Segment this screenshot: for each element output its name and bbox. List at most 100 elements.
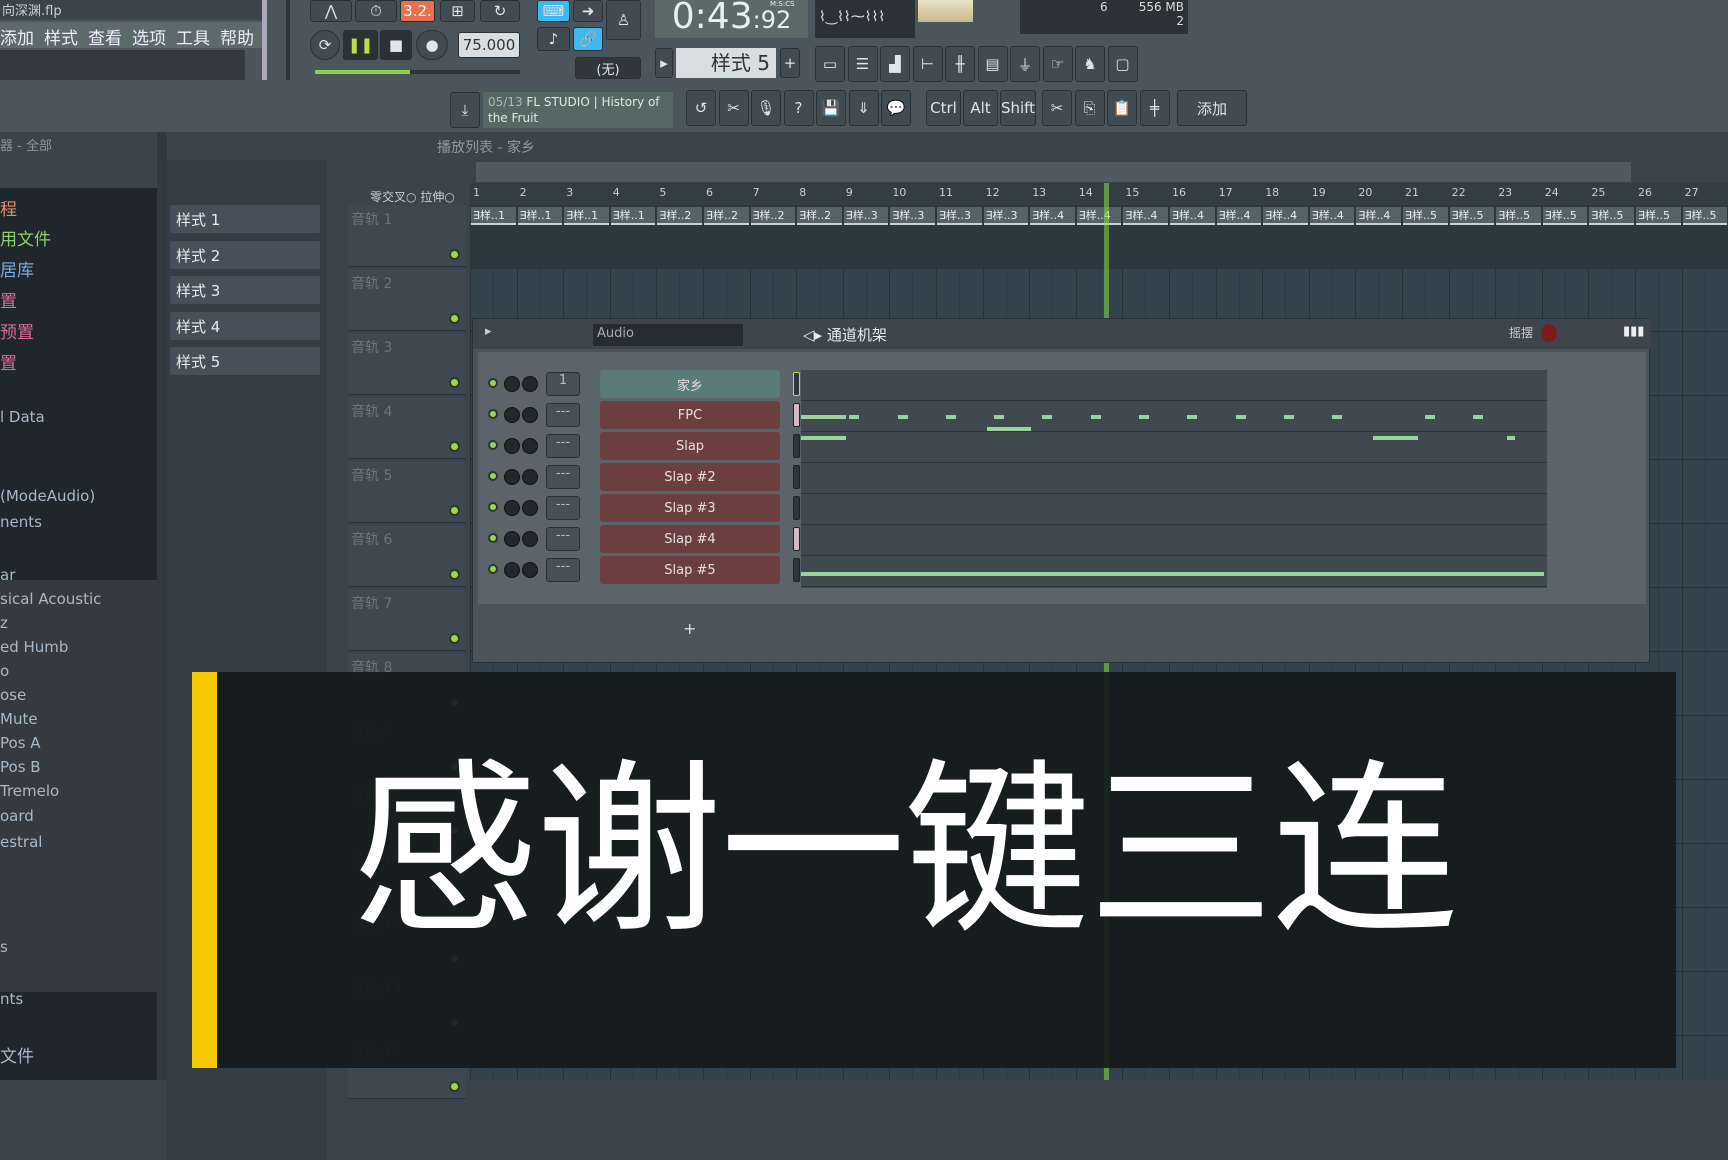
timeline-ruler[interactable]: 1 2 3 4 5 6 7 8 9 10 11 12 13 14 15 16 17 18 19 20 21 22 23 24 2… xyxy=(470,183,1728,205)
browser-item[interactable]: o xyxy=(0,662,9,680)
track-header[interactable]: 音轨 5 xyxy=(348,461,466,523)
undo-icon[interactable]: ↺ xyxy=(686,90,716,126)
browser-splitter[interactable] xyxy=(157,132,167,1080)
menu-item[interactable]: 帮助 xyxy=(220,29,254,49)
browser-item[interactable]: Tremelo xyxy=(0,782,59,800)
recording-filter-button[interactable]: ♙ xyxy=(606,0,641,40)
pattern-clip[interactable]: ∃样..1 xyxy=(610,207,656,225)
pattern-clip[interactable]: ∃样..3 xyxy=(843,207,889,225)
browser-item[interactable]: 居库 xyxy=(0,256,34,281)
pattern-clip[interactable]: ∃样..2 xyxy=(797,207,842,225)
stop-button[interactable]: ■ xyxy=(380,30,412,60)
chat-icon[interactable]: 💬 xyxy=(881,90,911,126)
channel-volume-knob[interactable] xyxy=(504,469,520,485)
mic-icon[interactable]: 🎙 xyxy=(751,90,781,126)
browser-icon[interactable]: ⊢ xyxy=(912,46,943,82)
record-button[interactable]: ● xyxy=(416,30,448,60)
pattern-clip[interactable]: ∃样..4 xyxy=(1216,207,1262,225)
crossfade-toggle[interactable]: 零交叉○ 拉伸○ xyxy=(370,188,455,205)
pattern-item[interactable]: 样式 2 xyxy=(170,240,320,269)
help-icon[interactable]: ? xyxy=(783,90,814,126)
snap-value[interactable]: 3.2. xyxy=(400,0,435,22)
plugin-icon[interactable]: ⏚ xyxy=(1010,46,1040,82)
menu-item[interactable]: 选项 xyxy=(132,29,166,49)
channel-mute-icon[interactable] xyxy=(488,564,498,574)
channel-select-indicator[interactable] xyxy=(793,527,800,551)
pattern-item[interactable]: 样式 3 xyxy=(170,276,320,304)
channel-button[interactable]: 家乡 xyxy=(600,370,780,398)
pattern-clip[interactable]: ∃样..3 xyxy=(890,207,935,225)
channel-pan-knob[interactable] xyxy=(522,531,538,547)
menu-item[interactable]: 样式 xyxy=(44,29,78,49)
step-edit-button[interactable]: ⊞ xyxy=(440,0,475,22)
channel-select-indicator[interactable] xyxy=(793,496,800,520)
track-mute-icon[interactable] xyxy=(449,313,460,324)
browser-item[interactable]: Pos A xyxy=(0,734,41,752)
pattern-item[interactable]: 样式 5 xyxy=(170,347,320,375)
pattern-clip[interactable]: ∃样..4 xyxy=(1309,207,1355,225)
track-header[interactable]: 音轨 7 xyxy=(348,589,466,651)
mixer-track-field[interactable]: --- xyxy=(546,465,580,489)
pattern-clip[interactable]: ∃样..5 xyxy=(1542,207,1588,225)
mixer-track-field[interactable]: --- xyxy=(546,527,580,551)
track-mute-icon[interactable] xyxy=(449,441,460,452)
key-3-button[interactable]: 添加 xyxy=(1177,90,1247,126)
pattern-clip[interactable]: ∃样..5 xyxy=(1403,207,1448,225)
mixer-track-field[interactable]: --- xyxy=(546,496,580,520)
rack-layout-icon[interactable]: ▮▮▮ xyxy=(1623,324,1644,339)
window-icon[interactable]: ▢ xyxy=(1107,46,1138,82)
master-pitch-slider[interactable] xyxy=(286,0,290,80)
channel-mute-icon[interactable] xyxy=(488,502,498,512)
channel-mute-icon[interactable] xyxy=(488,440,498,450)
browser-item[interactable]: nents xyxy=(0,513,42,531)
pattern-clip[interactable]: ∃样..4 xyxy=(1356,207,1401,225)
channel-select-indicator[interactable] xyxy=(793,434,800,458)
pattern-clip[interactable]: ∃样..5 xyxy=(1636,207,1681,225)
channel-volume-knob[interactable] xyxy=(504,531,520,547)
mixer-icon[interactable]: ╫ xyxy=(945,46,975,82)
track-mute-icon[interactable] xyxy=(449,505,460,516)
browser-item[interactable]: 置 xyxy=(0,287,17,312)
channel-select-indicator[interactable] xyxy=(793,403,800,427)
help-icon[interactable]: ♞ xyxy=(1075,46,1105,82)
browser-item[interactable]: s xyxy=(0,938,8,956)
rack-options-arrow-icon[interactable]: ▸ xyxy=(485,324,492,339)
split-icon[interactable]: ╪ xyxy=(1139,90,1170,126)
browser-item[interactable]: 程 xyxy=(0,195,17,220)
pattern-clip[interactable]: ∃样..2 xyxy=(750,207,796,225)
tempo-field[interactable]: 75.000 xyxy=(458,32,520,58)
channel-volume-knob[interactable] xyxy=(504,407,520,423)
project-icon[interactable]: ▤ xyxy=(977,46,1008,82)
pattern-clip[interactable]: ∃样..2 xyxy=(657,207,702,225)
pattern-clip[interactable]: ∃样..4 xyxy=(1030,207,1075,225)
master-volume-slider[interactable] xyxy=(262,0,267,80)
channel-button[interactable]: Slap xyxy=(600,432,780,460)
save-icon[interactable]: 💾 xyxy=(816,90,846,126)
paste-icon[interactable]: 📋 xyxy=(1107,90,1137,126)
browser-item[interactable]: 用文件 xyxy=(0,225,51,250)
channel-mute-icon[interactable] xyxy=(488,409,498,419)
link-button[interactable]: 🔗 xyxy=(573,27,603,51)
track-header[interactable]: 音轨 2 xyxy=(348,269,466,331)
cut-icon[interactable]: ✂ xyxy=(1042,90,1072,126)
browser-item[interactable]: 预置 xyxy=(0,318,34,343)
channel-pan-knob[interactable] xyxy=(522,562,538,578)
typing-keyboard-button[interactable]: ⌨ xyxy=(537,0,570,22)
browser-item[interactable]: ose xyxy=(0,686,26,704)
channel-pan-knob[interactable] xyxy=(522,438,538,454)
touch-icon[interactable]: ☞ xyxy=(1042,46,1073,82)
metronome-button[interactable]: ⋀ xyxy=(310,0,352,22)
pattern-item[interactable]: 样式 1 xyxy=(170,205,320,233)
browser-item[interactable]: ar xyxy=(0,566,15,584)
channel-button[interactable]: Slap #5 xyxy=(600,556,780,584)
swing-knob[interactable] xyxy=(1541,324,1557,342)
track-mute-icon[interactable] xyxy=(449,377,460,388)
song-mode-button[interactable]: ⟳ xyxy=(310,30,340,60)
browser-item[interactable]: estral xyxy=(0,833,42,851)
channel-mute-icon[interactable] xyxy=(488,533,498,543)
add-channel-button[interactable]: + xyxy=(683,619,696,638)
key-2-button[interactable]: Shift xyxy=(1000,90,1036,126)
channel-pan-knob[interactable] xyxy=(522,407,538,423)
menu-item[interactable]: 查看 xyxy=(88,29,122,49)
channel-mute-icon[interactable] xyxy=(488,471,498,481)
